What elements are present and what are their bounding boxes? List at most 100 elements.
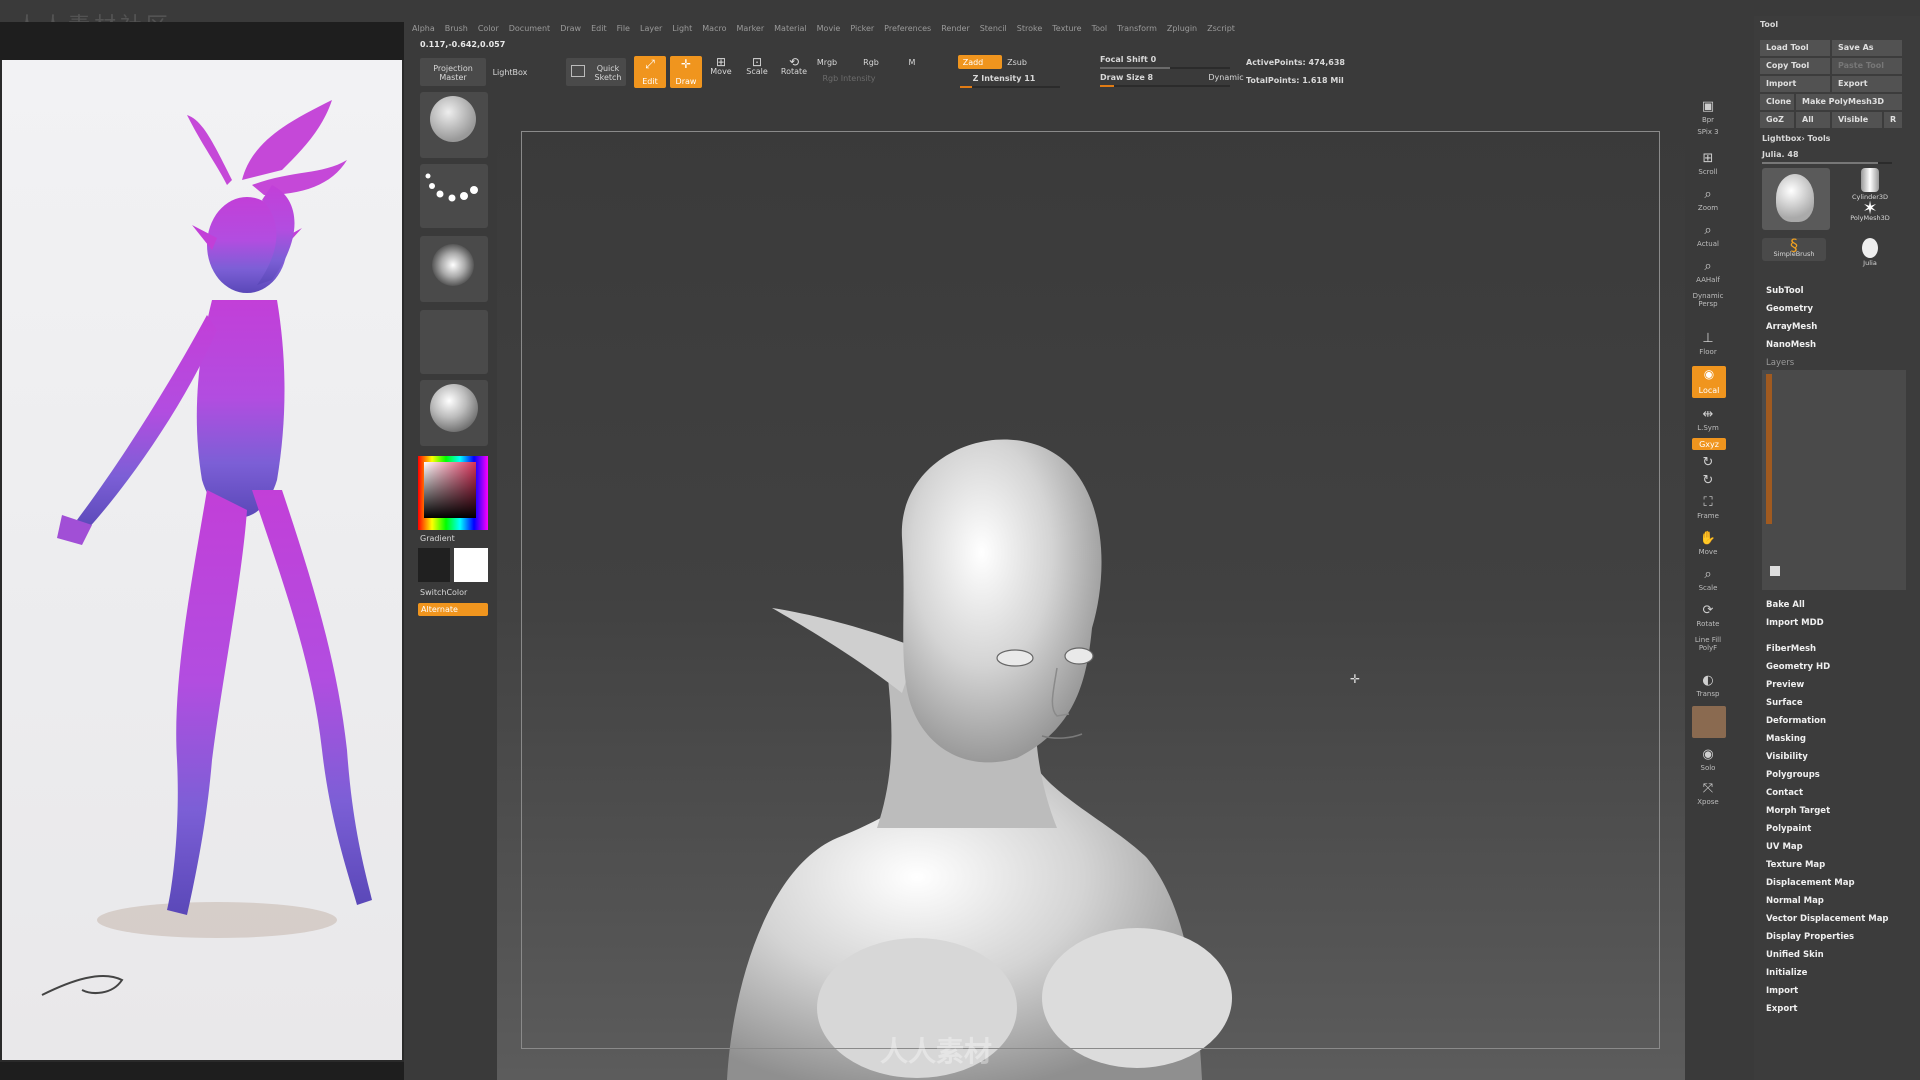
export-button[interactable]: Export <box>1832 76 1902 92</box>
visibility-section[interactable]: Visibility <box>1766 752 1808 762</box>
visible-button[interactable]: Visible <box>1832 112 1882 128</box>
zadd-button[interactable]: Zadd <box>958 55 1002 69</box>
current-tool-slider[interactable]: Julia. 48 <box>1762 150 1842 159</box>
z-intensity-track[interactable] <box>960 86 1060 88</box>
menu-document[interactable]: Document <box>509 24 550 38</box>
layer-new-icon[interactable] <box>1770 566 1780 576</box>
display-properties-section[interactable]: Display Properties <box>1766 932 1854 942</box>
primary-color-swatch[interactable] <box>454 548 488 582</box>
focal-shift-track[interactable] <box>1100 67 1230 69</box>
copy-tool-button[interactable]: Copy Tool <box>1760 58 1830 74</box>
contact-section[interactable]: Contact <box>1766 788 1803 798</box>
displacement-map-section[interactable]: Displacement Map <box>1766 878 1855 888</box>
menu-edit[interactable]: Edit <box>591 24 607 38</box>
zsub-button[interactable]: Zsub <box>1004 58 1030 67</box>
texture-map-section[interactable]: Texture Map <box>1766 860 1825 870</box>
switch-color-button[interactable]: SwitchColor <box>420 588 480 597</box>
floor-button[interactable]: ⊥ Floor <box>1690 330 1726 362</box>
transp-button[interactable]: ◐ Transp <box>1690 672 1726 704</box>
local-button[interactable]: ◉ Local <box>1692 366 1726 398</box>
color-square[interactable] <box>424 462 476 518</box>
geometry-hd-section[interactable]: Geometry HD <box>1766 662 1830 672</box>
lsym-button[interactable]: ⇹ L.Sym <box>1690 406 1726 438</box>
dynamic-toggle[interactable]: Dynamic <box>1208 73 1244 82</box>
menu-alpha[interactable]: Alpha <box>412 24 435 38</box>
rgb-intensity-slider[interactable]: Rgb Intensity <box>814 74 884 83</box>
brush-slot[interactable] <box>420 92 488 158</box>
layers-panel[interactable] <box>1762 370 1906 590</box>
menu-material[interactable]: Material <box>774 24 807 38</box>
scale-view-button[interactable]: ⌕ Scale <box>1690 566 1726 598</box>
stroke-slot[interactable] <box>420 164 488 228</box>
menu-stencil[interactable]: Stencil <box>980 24 1007 38</box>
move-view-button[interactable]: ✋ Move <box>1690 530 1726 562</box>
masking-section[interactable]: Masking <box>1766 734 1806 744</box>
draw-size-track[interactable] <box>1100 85 1230 87</box>
tool-thumb-simplebrush[interactable]: § SimpleBrush <box>1762 237 1826 261</box>
tool-thumb-julia-large[interactable] <box>1762 168 1830 230</box>
menu-picker[interactable]: Picker <box>850 24 874 38</box>
normal-map-section[interactable]: Normal Map <box>1766 896 1824 906</box>
secondary-color-swatch[interactable] <box>418 548 450 582</box>
export-section[interactable]: Export <box>1766 1004 1797 1014</box>
move-button[interactable]: ⊞ Move <box>706 56 736 76</box>
deformation-section[interactable]: Deformation <box>1766 716 1826 726</box>
menu-zscript[interactable]: Zscript <box>1207 24 1235 38</box>
tool-thumb-julia[interactable]: Julia <box>1850 238 1890 268</box>
all-button[interactable]: All <box>1796 112 1830 128</box>
zoom-button[interactable]: ⌕ Zoom <box>1690 186 1726 218</box>
menu-layer[interactable]: Layer <box>640 24 662 38</box>
polyf-button[interactable]: Line Fill PolyF <box>1690 636 1726 668</box>
r-button[interactable]: R <box>1884 112 1902 128</box>
projection-master-button[interactable]: Projection Master <box>420 58 486 86</box>
layers-scrollbar[interactable] <box>1766 374 1772 524</box>
rgb-button[interactable]: Rgb <box>858 58 884 67</box>
make-polymesh-button[interactable]: Make PolyMesh3D <box>1796 94 1902 110</box>
menu-color[interactable]: Color <box>478 24 499 38</box>
draw-size-slider[interactable]: Draw Size 8 <box>1100 73 1170 82</box>
menu-zplugin[interactable]: Zplugin <box>1167 24 1197 38</box>
clone-button[interactable]: Clone <box>1760 94 1794 110</box>
menu-movie[interactable]: Movie <box>817 24 841 38</box>
bake-all-button[interactable]: Bake All <box>1766 600 1805 610</box>
subtool-section[interactable]: SubTool <box>1766 286 1804 296</box>
rotate-button[interactable]: ⟲ Rotate <box>778 56 810 76</box>
alpha-slot[interactable] <box>420 236 488 302</box>
mrgb-button[interactable]: Mrgb <box>812 58 842 67</box>
paste-tool-button[interactable]: Paste Tool <box>1832 58 1902 74</box>
focal-shift-slider[interactable]: Focal Shift 0 <box>1100 55 1170 64</box>
gxyz-button[interactable]: Gxyz <box>1692 438 1726 450</box>
scroll-button[interactable]: ⊞ Scroll <box>1690 150 1726 182</box>
menu-texture[interactable]: Texture <box>1052 24 1081 38</box>
preview-section[interactable]: Preview <box>1766 680 1804 690</box>
draw-button[interactable]: ✛ Draw <box>670 56 702 88</box>
solo-button[interactable]: ◉ Solo <box>1690 746 1726 778</box>
fibermesh-section[interactable]: FiberMesh <box>1766 644 1816 654</box>
menu-transform[interactable]: Transform <box>1117 24 1157 38</box>
goz-button[interactable]: GoZ <box>1760 112 1794 128</box>
menu-file[interactable]: File <box>617 24 630 38</box>
layers-section[interactable]: Layers <box>1766 358 1794 368</box>
vector-displacement-map-section[interactable]: Vector Displacement Map <box>1766 914 1889 924</box>
surface-section[interactable]: Surface <box>1766 698 1803 708</box>
menu-marker[interactable]: Marker <box>736 24 764 38</box>
arraymesh-section[interactable]: ArrayMesh <box>1766 322 1817 332</box>
polygroups-section[interactable]: Polygroups <box>1766 770 1820 780</box>
edit-button[interactable]: ⤢ Edit <box>634 56 666 88</box>
actual-button[interactable]: ⌕ Actual <box>1690 222 1726 254</box>
quick-sketch-button[interactable]: Quick Sketch <box>566 58 626 86</box>
menu-macro[interactable]: Macro <box>702 24 726 38</box>
menu-brush[interactable]: Brush <box>445 24 468 38</box>
import-button[interactable]: Import <box>1760 76 1830 92</box>
menu-light[interactable]: Light <box>672 24 692 38</box>
ghost-button[interactable] <box>1692 706 1726 738</box>
geometry-section[interactable]: Geometry <box>1766 304 1813 314</box>
tool-thumb-cylinder[interactable]: Cylinder3D <box>1850 168 1890 202</box>
frame-button[interactable]: ⛶ Frame <box>1690 494 1726 526</box>
menu-preferences[interactable]: Preferences <box>884 24 931 38</box>
polypaint-section[interactable]: Polypaint <box>1766 824 1811 834</box>
scale-button[interactable]: ⊡ Scale <box>742 56 772 76</box>
unified-skin-section[interactable]: Unified Skin <box>1766 950 1824 960</box>
bpr-button[interactable]: ▣ Bpr <box>1690 98 1726 130</box>
lightbox-tools-button[interactable]: Lightbox› Tools <box>1762 134 1862 143</box>
